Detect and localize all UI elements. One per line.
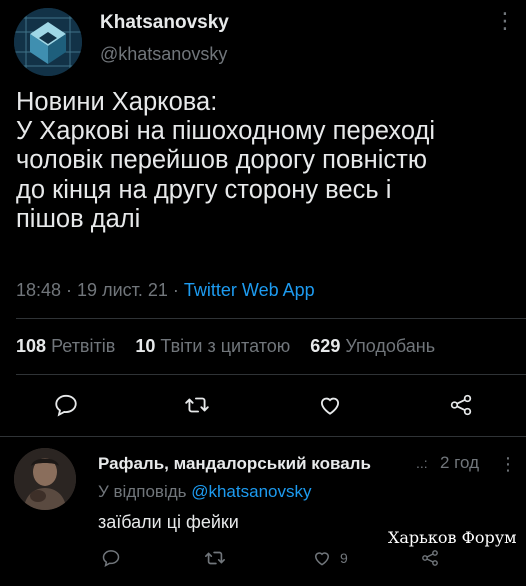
retweets-count: 108 — [16, 336, 47, 356]
heart-icon — [320, 397, 340, 415]
reply-like-button[interactable]: 9 — [312, 544, 348, 572]
retweet-button[interactable] — [180, 388, 214, 422]
tweet-text: Новини Харкова: У Харкові на пішоходному… — [16, 88, 516, 234]
reply-author-avatar[interactable] — [14, 448, 76, 510]
reply-reply-button[interactable] — [101, 544, 121, 572]
like-button[interactable] — [313, 388, 347, 422]
tweet-stats: 108 Ретвітів 10 Твіти з цитатою 629 Упод… — [16, 336, 435, 357]
reply-share-button[interactable] — [420, 544, 440, 572]
retweets-stat[interactable]: 108 Ретвітів — [16, 336, 115, 356]
tweet-text-line: У Харкові на пішоходному переході — [16, 117, 436, 146]
reply-button[interactable] — [49, 388, 83, 422]
author-handle[interactable]: @khatsanovsky — [100, 44, 227, 65]
tweet-source-app[interactable]: Twitter Web App — [184, 280, 315, 300]
author-avatar-image — [14, 8, 82, 76]
tweet-meta: 18:48 · 19 лист. 21 · Twitter Web App — [16, 280, 315, 301]
reply-author-name[interactable]: Рафаль, мандалорський коваль — [98, 454, 371, 474]
reply-like-count: 9 — [340, 550, 348, 566]
quotes-stat[interactable]: 10 Твіти з цитатою — [135, 336, 290, 356]
reply-author-avatar-image — [14, 448, 76, 510]
more-options-icon[interactable]: ⋮ — [494, 10, 516, 32]
divider — [16, 374, 526, 375]
quotes-count: 10 — [135, 336, 156, 356]
heart-icon — [314, 552, 330, 566]
reply-author-badge: ..: — [416, 455, 428, 471]
divider — [16, 318, 526, 319]
tweet-text-line: Новини Харкова: — [16, 88, 218, 116]
likes-stat[interactable]: 629 Уподобань — [310, 336, 435, 356]
retweet-icon — [185, 397, 209, 413]
reply-actions: 9 — [0, 544, 526, 574]
share-button[interactable] — [444, 388, 478, 422]
tweet-text-line: до кінця на другу сторону весь і — [16, 175, 392, 204]
tweet-timestamp[interactable]: 18:48 · 19 лист. 21 · — [16, 280, 184, 300]
reply-timestamp[interactable]: 2 год — [440, 453, 479, 473]
divider — [0, 436, 526, 437]
retweet-icon — [205, 551, 225, 565]
tweet-text-line: пішов далі — [16, 204, 141, 233]
reply-icon — [55, 394, 77, 417]
retweets-label: Ретвітів — [51, 336, 116, 356]
author-name[interactable]: Khatsanovsky — [100, 12, 229, 34]
tweet-text-line: чоловік перейшов дорогу повністю — [16, 146, 427, 175]
share-icon — [450, 394, 472, 416]
reply-text: заїбали ці фейки — [98, 512, 239, 532]
reply-retweet-button[interactable] — [204, 544, 226, 572]
share-icon — [422, 550, 438, 566]
replying-to-handle[interactable]: @khatsanovsky — [191, 482, 311, 501]
author-avatar[interactable] — [14, 8, 82, 76]
replying-to: У відповідь @khatsanovsky — [98, 482, 311, 502]
quotes-label: Твіти з цитатою — [160, 336, 291, 356]
replying-to-prefix: У відповідь — [98, 482, 192, 501]
likes-count: 629 — [310, 336, 341, 356]
reply-more-options-icon[interactable]: ⋮ — [499, 454, 517, 475]
likes-label: Уподобань — [345, 336, 436, 356]
reply-icon — [102, 550, 120, 567]
watermark: Харьков Форум — [388, 528, 517, 547]
tweet-actions — [0, 388, 526, 424]
